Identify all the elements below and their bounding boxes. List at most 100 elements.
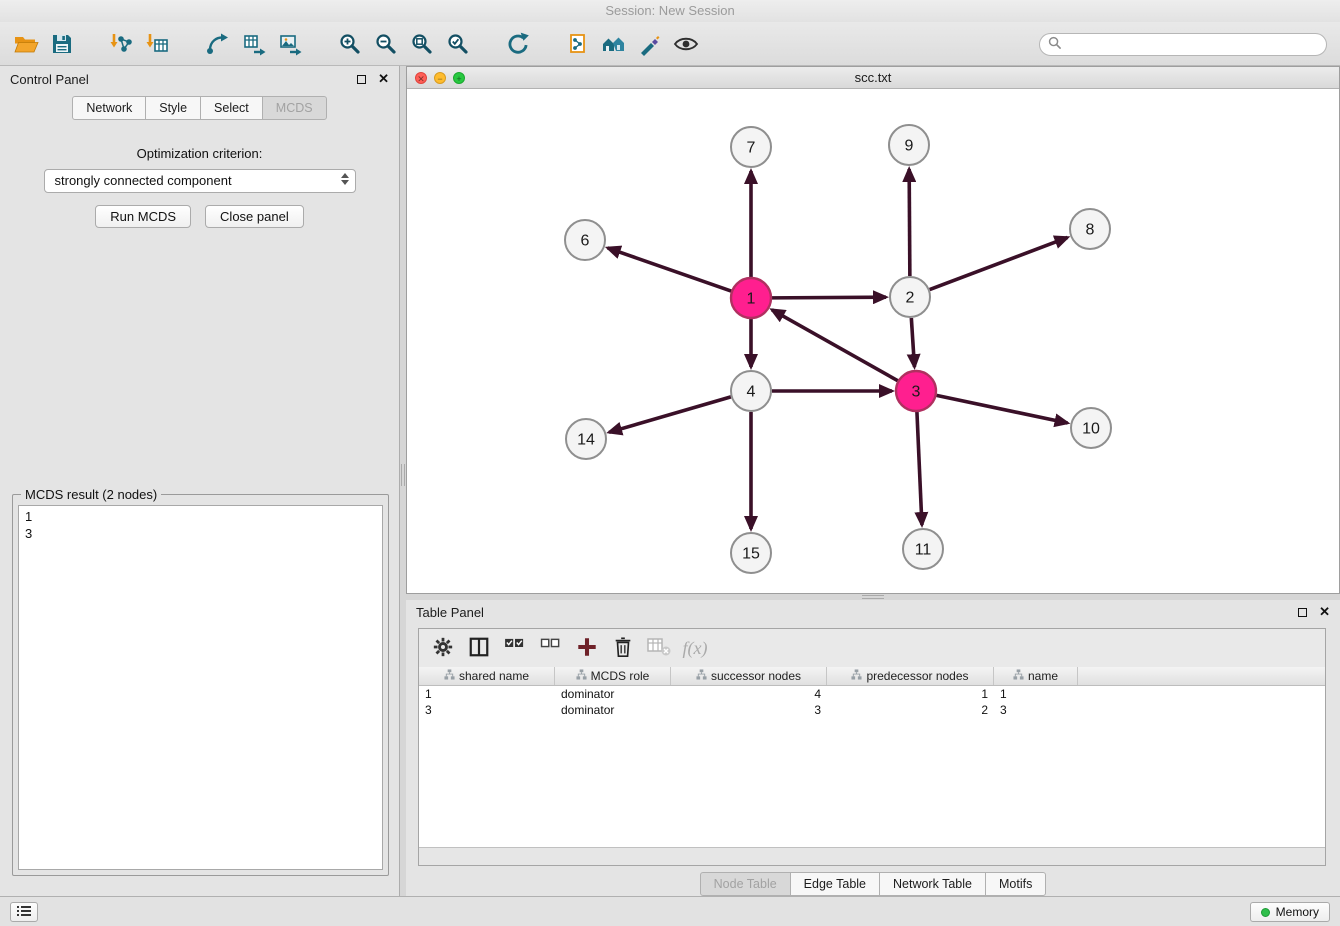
- add-column-button[interactable]: [571, 633, 603, 663]
- task-history-button[interactable]: [10, 902, 38, 922]
- column-header-MCDS-role[interactable]: MCDS role: [555, 667, 671, 685]
- graph-node-4[interactable]: 4: [731, 371, 771, 411]
- graph-edge-1-6[interactable]: [608, 248, 732, 291]
- delete-table-icon: [647, 637, 671, 660]
- column-header-predecessor-nodes[interactable]: predecessor nodes: [827, 667, 994, 685]
- export-image-button[interactable]: [272, 26, 308, 62]
- optimization-criterion-select[interactable]: strongly connected component: [44, 169, 356, 193]
- tab-mcds[interactable]: MCDS: [262, 96, 327, 120]
- maximize-window-icon[interactable]: +: [453, 72, 465, 84]
- graph-edge-2-8[interactable]: [930, 237, 1068, 289]
- network-graph[interactable]: 7 9 6 8 1 2 4 3 14 10 15 11: [407, 89, 1339, 594]
- graph-node-11[interactable]: 11: [903, 529, 943, 569]
- show-graphics-icon: [673, 32, 699, 56]
- select-all-button[interactable]: [499, 633, 531, 663]
- column-header-name[interactable]: name: [994, 667, 1078, 685]
- minimize-window-icon[interactable]: −: [434, 72, 446, 84]
- search-input[interactable]: [1066, 38, 1318, 52]
- first-neighbors-icon: [601, 32, 627, 56]
- clipboard-network-button[interactable]: [560, 26, 596, 62]
- network-canvas[interactable]: 7 9 6 8 1 2 4 3 14 10 15 11: [407, 89, 1339, 593]
- fx-button: f(x): [679, 633, 711, 663]
- column-header-shared-name[interactable]: shared name: [419, 667, 555, 685]
- graph-node-8[interactable]: 8: [1070, 209, 1110, 249]
- save-session-button[interactable]: [44, 26, 80, 62]
- graph-node-15[interactable]: 15: [731, 533, 771, 573]
- export-table-button[interactable]: [236, 26, 272, 62]
- zoom-selected-button[interactable]: [440, 26, 476, 62]
- gear-button[interactable]: [427, 633, 459, 663]
- export-network-button[interactable]: [200, 26, 236, 62]
- table-cell[interactable]: dominator: [555, 686, 671, 702]
- mcds-result-list[interactable]: 13: [18, 505, 383, 870]
- svg-text:7: 7: [747, 140, 756, 157]
- table-cell[interactable]: 3: [419, 702, 555, 718]
- table-cell[interactable]: 1: [827, 686, 994, 702]
- column-header-successor-nodes[interactable]: successor nodes: [671, 667, 827, 685]
- zoom-fit-button[interactable]: [404, 26, 440, 62]
- table-row[interactable]: 3dominator323: [419, 702, 1325, 718]
- window-title: Session: New Session: [605, 3, 734, 18]
- export-network-icon: [206, 32, 230, 56]
- close-panel-icon[interactable]: ✕: [378, 74, 389, 84]
- graph-edge-1-2[interactable]: [772, 297, 886, 298]
- first-neighbors-button[interactable]: [596, 26, 632, 62]
- close-window-icon[interactable]: ✕: [415, 72, 427, 84]
- search-box[interactable]: [1039, 33, 1327, 56]
- graph-edge-2-9[interactable]: [909, 169, 910, 276]
- graph-node-10[interactable]: 10: [1071, 408, 1111, 448]
- table-empty-area: [419, 718, 1325, 847]
- close-panel-button[interactable]: Close panel: [205, 205, 304, 228]
- graph-node-9[interactable]: 9: [889, 125, 929, 165]
- show-graphics-button[interactable]: [668, 26, 704, 62]
- zoom-in-button[interactable]: [332, 26, 368, 62]
- delete-column-button[interactable]: [607, 633, 639, 663]
- table-hscrollbar[interactable]: [419, 847, 1325, 865]
- memory-button[interactable]: Memory: [1250, 902, 1330, 922]
- close-panel-icon[interactable]: ✕: [1319, 607, 1330, 617]
- graph-edge-3-1[interactable]: [772, 310, 898, 381]
- table-row[interactable]: 1dominator411: [419, 686, 1325, 702]
- zoom-selected-icon: [446, 32, 470, 56]
- network-window-titlebar: ✕ − + scc.txt: [407, 67, 1339, 89]
- graph-edge-4-14[interactable]: [609, 397, 731, 432]
- graph-edge-2-3[interactable]: [911, 318, 914, 367]
- graph-node-7[interactable]: 7: [731, 127, 771, 167]
- table-cell[interactable]: 4: [671, 686, 827, 702]
- graph-node-6[interactable]: 6: [565, 220, 605, 260]
- graph-node-14[interactable]: 14: [566, 419, 606, 459]
- import-table-button[interactable]: [140, 26, 176, 62]
- tab-style[interactable]: Style: [145, 96, 201, 120]
- refresh-button[interactable]: [500, 26, 536, 62]
- graph-edge-3-10[interactable]: [937, 395, 1068, 423]
- table-cell[interactable]: 3: [671, 702, 827, 718]
- svg-text:2: 2: [906, 290, 915, 307]
- tab-edge-table[interactable]: Edge Table: [790, 872, 880, 896]
- zoom-out-icon: [374, 32, 398, 56]
- import-network-button[interactable]: [104, 26, 140, 62]
- deselect-all-button[interactable]: [535, 633, 567, 663]
- graph-node-1[interactable]: 1: [731, 278, 771, 318]
- table-cell[interactable]: 2: [827, 702, 994, 718]
- tab-network[interactable]: Network: [72, 96, 146, 120]
- columns-button[interactable]: [463, 633, 495, 663]
- float-panel-icon[interactable]: [1298, 608, 1307, 617]
- run-mcds-button[interactable]: Run MCDS: [95, 205, 191, 228]
- search-icon: [1048, 36, 1061, 54]
- tab-select[interactable]: Select: [200, 96, 263, 120]
- table-cell[interactable]: 1: [419, 686, 555, 702]
- annotation-button[interactable]: [632, 26, 668, 62]
- open-session-button[interactable]: [8, 26, 44, 62]
- graph-node-2[interactable]: 2: [890, 277, 930, 317]
- graph-node-3[interactable]: 3: [896, 371, 936, 411]
- table-cell[interactable]: 3: [994, 702, 1078, 718]
- tab-motifs[interactable]: Motifs: [985, 872, 1046, 896]
- table-cell[interactable]: dominator: [555, 702, 671, 718]
- zoom-out-button[interactable]: [368, 26, 404, 62]
- splitter-grip-icon: [401, 464, 405, 486]
- tab-network-table[interactable]: Network Table: [879, 872, 986, 896]
- float-panel-icon[interactable]: [357, 75, 366, 84]
- tab-node-table[interactable]: Node Table: [700, 872, 791, 896]
- table-cell[interactable]: 1: [994, 686, 1078, 702]
- graph-edge-3-11[interactable]: [917, 412, 922, 525]
